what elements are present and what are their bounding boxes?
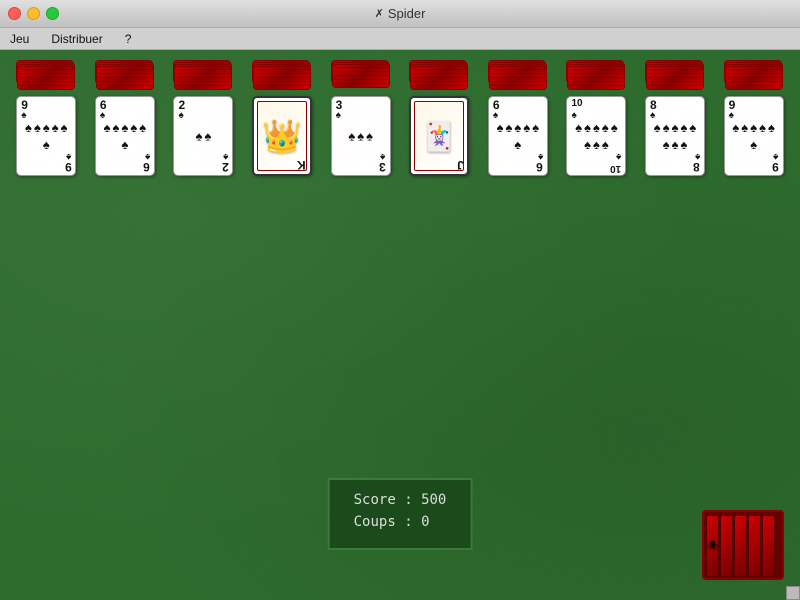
coups-label: Coups : [354, 514, 413, 530]
stock-card-5 [762, 515, 775, 577]
score-line: Score : 500 [354, 492, 447, 508]
card-column-3[interactable]: K 👑 K [246, 60, 318, 176]
score-label: Score : [354, 492, 413, 508]
score-panel: Score : 500 Coups : 0 [328, 478, 473, 550]
card-stack-2 [173, 60, 233, 90]
card-stack-5 [409, 60, 469, 90]
card-stack-0 [16, 60, 76, 90]
maximize-button[interactable] [46, 7, 59, 20]
game-area: 9 ♠ ♠♠♠ ♠♠♠ 9 ♠ 6 ♠ ♠♠♠ [0, 50, 800, 600]
card-9s-col0[interactable]: 9 ♠ ♠♠♠ ♠♠♠ 9 ♠ [16, 96, 76, 176]
stock-card-4 [748, 515, 761, 577]
card-stack-3 [252, 60, 312, 90]
scrollbar-corner [786, 586, 800, 600]
menu-help[interactable]: ? [121, 30, 136, 48]
card-column-9[interactable]: 9 ♠ ♠♠♠ ♠♠♠ 9 ♠ [718, 60, 790, 176]
card-column-2[interactable]: 2 ♠ ♠♠ 2 ♠ [167, 60, 239, 176]
card-column-8[interactable]: 8 ♠ ♠♠♠ ♠♠♠ ♠♠ 8 ♠ [639, 60, 711, 176]
card-10s-col7[interactable]: 10 ♠ ♠♠♠ ♠♠♠ ♠♠ 10 ♠ [566, 96, 626, 176]
card-2s-col2[interactable]: 2 ♠ ♠♠ 2 ♠ [173, 96, 233, 176]
columns-area: 9 ♠ ♠♠♠ ♠♠♠ 9 ♠ 6 ♠ ♠♠♠ [0, 50, 800, 176]
card-column-0[interactable]: 9 ♠ ♠♠♠ ♠♠♠ 9 ♠ [10, 60, 82, 176]
card-column-4[interactable]: 3 ♠ ♠♠♠ 3 ♠ [325, 60, 397, 176]
close-button[interactable] [8, 7, 21, 20]
minimize-button[interactable] [27, 7, 40, 20]
card-stack-8 [645, 60, 705, 90]
card-js-col5[interactable]: J 🃏 J [409, 96, 469, 176]
window-title-text: Spider [388, 6, 426, 21]
card-column-5[interactable]: J 🃏 J [403, 60, 475, 176]
title-bar: ✗ Spider [0, 0, 800, 28]
card-6s-col6[interactable]: 6 ♠ ♠♠♠ ♠♠♠ 6 ♠ [488, 96, 548, 176]
menu-distribuer[interactable]: Distribuer [47, 30, 106, 48]
card-ks-col3[interactable]: K 👑 K [252, 96, 312, 176]
card-stack-1 [95, 60, 155, 90]
card-stack-4 [331, 60, 391, 90]
menu-jeu[interactable]: Jeu [6, 30, 33, 48]
traffic-lights [8, 7, 59, 20]
stock-card-2 [720, 515, 733, 577]
card-9s-col9[interactable]: 9 ♠ ♠♠♠ ♠♠♠ 9 ♠ [724, 96, 784, 176]
card-column-1[interactable]: 6 ♠ ♠♠♠ ♠♠♠ 6 ♠ [89, 60, 161, 176]
card-3s-col4[interactable]: 3 ♠ ♠♠♠ 3 ♠ [331, 96, 391, 176]
card-column-6[interactable]: 6 ♠ ♠♠♠ ♠♠♠ 6 ♠ [482, 60, 554, 176]
stock-card-3 [734, 515, 747, 577]
spider-icon: 🕷 [706, 515, 719, 577]
card-stack-7 [566, 60, 626, 90]
score-number: 500 [421, 492, 446, 508]
window-title: ✗ Spider [375, 6, 426, 21]
title-icon: ✗ [375, 7, 384, 20]
card-8s-col8[interactable]: 8 ♠ ♠♠♠ ♠♠♠ ♠♠ 8 ♠ [645, 96, 705, 176]
coups-line: Coups : 0 [354, 514, 447, 530]
card-stack-9 [724, 60, 784, 90]
coups-number: 0 [421, 514, 429, 530]
card-6s-col1[interactable]: 6 ♠ ♠♠♠ ♠♠♠ 6 ♠ [95, 96, 155, 176]
card-column-7[interactable]: 10 ♠ ♠♠♠ ♠♠♠ ♠♠ 10 ♠ [560, 60, 632, 176]
card-stack-6 [488, 60, 548, 90]
stock-pile[interactable]: 🕷 [702, 510, 784, 580]
menu-bar: Jeu Distribuer ? [0, 28, 800, 50]
